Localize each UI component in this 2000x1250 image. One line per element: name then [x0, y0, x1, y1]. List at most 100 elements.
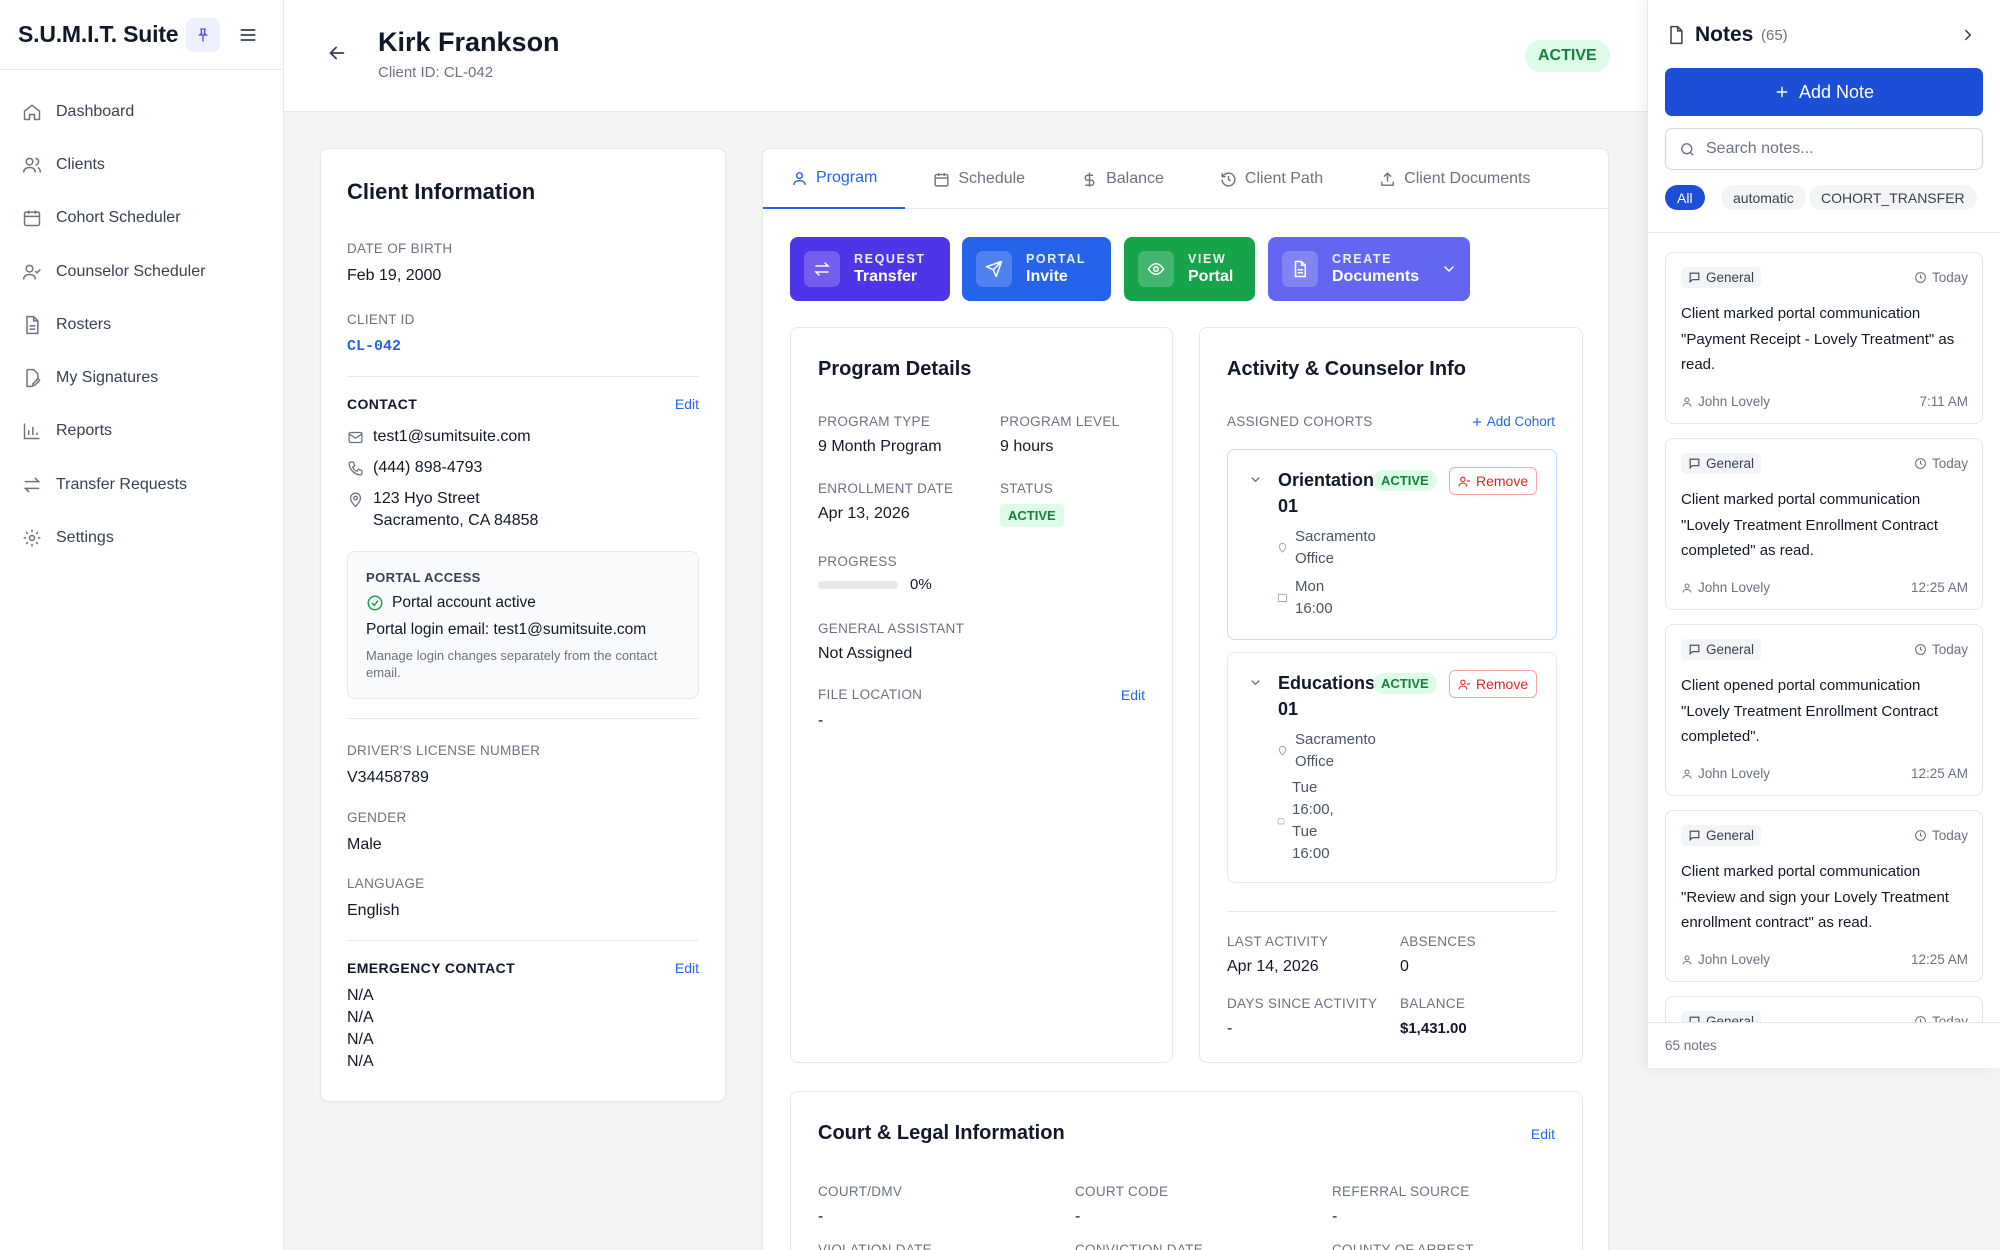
cohort-number: 01 [1278, 699, 1299, 719]
notes-search [1665, 128, 1983, 170]
request-transfer-button[interactable]: REQUEST Transfer [790, 237, 950, 301]
cohort-schedule-line: Tue [1292, 823, 1318, 840]
activity-title: Activity & Counselor Info [1227, 358, 1466, 380]
cohort-number: 01 [1278, 496, 1299, 516]
program-type-label: PROGRAM TYPE [818, 414, 931, 429]
edit-court-link[interactable]: Edit [1531, 1126, 1555, 1142]
note-category: General [1681, 825, 1762, 846]
notes-list: General Today Client marked portal commu… [1648, 234, 2000, 1022]
tab-client-path[interactable]: Client Path [1192, 149, 1351, 209]
edit-emergency-link[interactable]: Edit [675, 960, 699, 976]
edit-contact-link[interactable]: Edit [675, 396, 699, 412]
sidebar-item-my-signatures[interactable]: My Signatures [0, 351, 283, 404]
cohort-location-line: Office [1295, 753, 1334, 770]
button-label: Transfer [854, 268, 918, 285]
message-square-icon [1689, 830, 1700, 842]
note-category-label: General [1706, 642, 1755, 657]
tab-program[interactable]: Program [763, 149, 906, 209]
back-button[interactable] [326, 42, 348, 64]
remove-cohort-button[interactable]: Remove [1449, 467, 1538, 495]
cohort-schedule-line: Mon [1295, 578, 1325, 595]
add-note-button[interactable]: Add Note [1665, 68, 1983, 116]
filter-cohort-transfer[interactable]: COHORT_TRANSFER [1809, 185, 1977, 210]
user-icon [1682, 769, 1692, 779]
chevron-right-icon[interactable] [1959, 26, 1977, 44]
note-card[interactable]: General Today Client marked portal commu… [1665, 438, 1983, 610]
note-card[interactable]: General Today [1665, 996, 1983, 1022]
user-icon [1682, 397, 1692, 407]
search-icon [1681, 142, 1694, 156]
map-pin-icon [349, 492, 362, 508]
search-notes-input[interactable] [1706, 140, 1966, 158]
note-date-label: Today [1931, 642, 1968, 657]
contact-email: test1@sumitsuite.com [373, 428, 531, 445]
program-level-label: PROGRAM LEVEL [1000, 414, 1120, 429]
tab-label: Schedule [958, 170, 1026, 187]
note-author: John Lovely [1681, 580, 1770, 595]
note-body: Client opened portal communication "Love… [1681, 677, 1939, 745]
court-legal-title: Court & Legal Information [818, 1122, 1065, 1144]
cohort-location-line: Office [1295, 550, 1334, 567]
sidebar-item-reports[interactable]: Reports [0, 405, 283, 458]
sidebar-item-label: Clients [56, 155, 105, 173]
sidebar-item-settings[interactable]: Settings [0, 511, 283, 564]
cohort-schedule-line: 16:00, [1292, 801, 1334, 818]
note-author: John Lovely [1681, 952, 1770, 967]
cohort-status-badge: ACTIVE [1373, 470, 1437, 491]
portal-invite-button[interactable]: PORTAL Invite [962, 237, 1111, 301]
client-header: Kirk Frankson Client ID: CL-042 ACTIVE [284, 0, 1648, 112]
cohort-schedule-line: 16:00 [1292, 845, 1330, 862]
tab-label: Program [816, 169, 878, 186]
sidebar-item-transfer-requests[interactable]: Transfer Requests [0, 458, 283, 511]
add-note-label: Add Note [1798, 81, 1875, 102]
note-time: 12:25 AM [1910, 580, 1968, 595]
tab-balance[interactable]: Balance [1053, 149, 1192, 209]
chevron-down-icon[interactable] [1248, 472, 1263, 487]
sidebar-item-rosters[interactable]: Rosters [0, 298, 283, 351]
note-category: General [1681, 639, 1762, 660]
signature-icon [26, 369, 41, 388]
emergency-contact-title: EMERGENCY CONTACT [347, 960, 516, 976]
cohort-location: Sacramento Office [1295, 526, 1376, 570]
button-caption: VIEW [1188, 252, 1227, 266]
program-details-card: Program Details PROGRAM TYPE 9 Month Pro… [790, 327, 1173, 1063]
balance-label: BALANCE [1400, 996, 1466, 1011]
note-card[interactable]: General Today Client opened portal commu… [1665, 624, 1983, 796]
note-author: John Lovely [1681, 394, 1770, 409]
create-documents-button[interactable]: CREATE Documents [1268, 237, 1470, 301]
client-id-label: CLIENT ID [347, 312, 415, 327]
view-portal-button[interactable]: VIEW Portal [1124, 237, 1255, 301]
button-label: Portal [1188, 268, 1234, 285]
sidebar-item-label: My Signatures [56, 369, 159, 387]
sidebar-item-cohort-scheduler[interactable]: Cohort Scheduler [0, 192, 283, 245]
add-cohort-button[interactable]: Add Cohort [1471, 414, 1555, 429]
note-date-label: Today [1931, 270, 1968, 285]
eye-icon-box [1138, 251, 1174, 287]
menu-toggle-button[interactable] [231, 18, 265, 52]
general-assistant-label: GENERAL ASSISTANT [818, 621, 965, 636]
assigned-cohorts-label: ASSIGNED COHORTS [1227, 414, 1373, 429]
cohort-name: Educations [1278, 673, 1376, 693]
sidebar-item-clients[interactable]: Clients [0, 138, 283, 191]
court-code-value: - [1075, 1208, 1081, 1225]
tab-label: Balance [1106, 170, 1164, 187]
filter-all[interactable]: All [1665, 185, 1705, 210]
edit-file-location-link[interactable]: Edit [1121, 687, 1145, 703]
pin-sidebar-button[interactable] [186, 17, 221, 52]
contact-section-title: CONTACT [347, 396, 418, 412]
sidebar-item-label: Reports [56, 422, 113, 440]
note-card[interactable]: General Today Client marked portal commu… [1665, 252, 1983, 424]
chevron-down-icon[interactable] [1248, 675, 1263, 690]
sidebar-item-counselor-scheduler[interactable]: Counselor Scheduler [0, 245, 283, 298]
filter-automatic[interactable]: automatic [1721, 185, 1806, 210]
program-panel: Program Schedule Balance Client Path Cli… [762, 148, 1609, 1250]
sidebar-item-dashboard[interactable]: Dashboard [0, 85, 283, 138]
remove-cohort-button[interactable]: Remove [1449, 670, 1538, 698]
tab-client-documents[interactable]: Client Documents [1351, 149, 1558, 209]
portal-login-email: Portal login email: test1@sumitsuite.com [366, 621, 647, 638]
clock-icon [1915, 272, 1926, 283]
tab-schedule[interactable]: Schedule [905, 149, 1053, 209]
client-information-card: Client Information DATE OF BIRTH Feb 19,… [320, 148, 726, 1102]
tab-bar: Program Schedule Balance Client Path Cli… [763, 149, 1608, 209]
note-card[interactable]: General Today Client marked portal commu… [1665, 810, 1983, 982]
